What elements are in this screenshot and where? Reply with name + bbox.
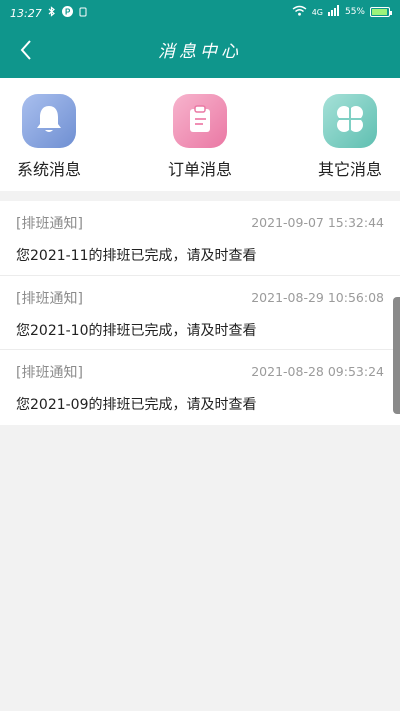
- message-time: 2021-09-07 15:32:44: [251, 215, 384, 230]
- message-content: 您2021-11的排班已完成，请及时查看: [16, 248, 257, 264]
- message-item[interactable]: [排班通知] 2021-08-29 10:56:08 您2021-10的排班已完…: [0, 276, 400, 350]
- message-item[interactable]: [排班通知] 2021-08-28 09:53:24 您2021-09的排班已完…: [0, 350, 400, 425]
- app-notification-icon: [79, 7, 87, 20]
- status-bar: 13:27 P 4G 55%: [0, 0, 400, 26]
- chevron-left-icon: [19, 39, 33, 65]
- category-label: 订单消息: [167, 160, 232, 179]
- message-categories: 系统消息 订单消息 其它消息: [0, 78, 400, 191]
- parking-p-icon: P: [61, 6, 73, 20]
- svg-text:P: P: [65, 8, 71, 17]
- status-time: 13:27: [10, 6, 42, 20]
- clipboard-icon: [186, 104, 214, 138]
- battery-percent: 55%: [344, 7, 365, 17]
- back-button[interactable]: [8, 34, 44, 70]
- category-system-messages[interactable]: 系统消息: [4, 94, 94, 180]
- nav-bar: 消息中心: [0, 26, 400, 78]
- category-order-messages[interactable]: 订单消息: [155, 94, 245, 180]
- category-label: 系统消息: [16, 160, 81, 179]
- message-time: 2021-08-29 10:56:08: [251, 289, 384, 305]
- other-icon-tile: [323, 94, 377, 148]
- message-type: [排班通知]: [16, 290, 83, 307]
- message-item[interactable]: [排班通知] 2021-09-07 15:32:44 您2021-11的排班已完…: [0, 201, 400, 276]
- system-icon-tile: [22, 94, 76, 148]
- status-bar-left: 13:27 P: [10, 6, 87, 20]
- category-label: 其它消息: [317, 160, 382, 179]
- side-drawer-handle[interactable]: [393, 297, 400, 414]
- message-list: [排班通知] 2021-09-07 15:32:44 您2021-11的排班已完…: [0, 201, 400, 425]
- order-icon-tile: [173, 94, 227, 148]
- bluetooth-icon: [48, 6, 56, 20]
- category-other-messages[interactable]: 其它消息: [305, 94, 395, 180]
- message-time: 2021-08-28 09:53:24: [251, 364, 384, 379]
- status-bar-right: 4G 55%: [292, 5, 392, 19]
- message-type: [排班通知]: [16, 216, 83, 232]
- wifi-icon: [292, 5, 307, 19]
- page-title: 消息中心: [158, 42, 242, 62]
- message-type: [排班通知]: [16, 365, 83, 381]
- message-content: 您2021-10的排班已完成，请及时查看: [16, 322, 257, 339]
- bell-icon: [34, 103, 64, 139]
- network-type: 4G: [311, 7, 323, 17]
- signal-bars-icon: [327, 5, 340, 19]
- clover-icon: [335, 104, 365, 138]
- battery-icon: [370, 7, 392, 17]
- message-content: 您2021-09的排班已完成，请及时查看: [16, 397, 257, 413]
